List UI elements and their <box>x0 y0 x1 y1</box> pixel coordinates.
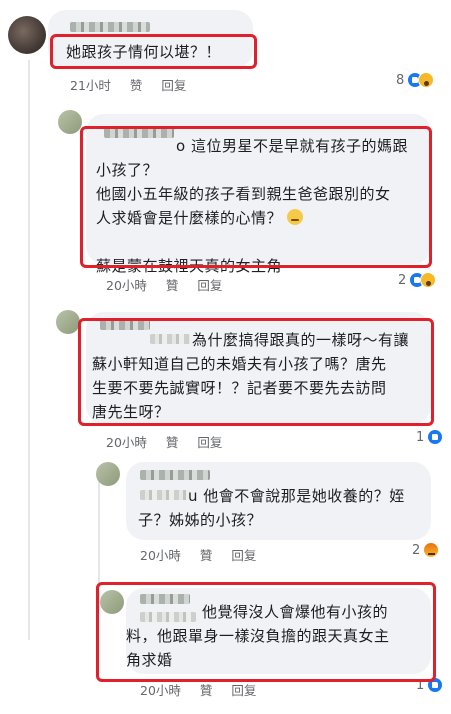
comment-actions: 20小時 贊 回复 <box>140 680 256 699</box>
wow-reaction-icon <box>418 72 435 88</box>
avatar[interactable] <box>8 16 46 54</box>
comment-text: o 這位男星不是早就有孩子的媽跟 小孩了？ 他國小五年級的孩子看到親生爸爸跟別的… <box>96 134 408 278</box>
comment-line: 蘇是蒙在鼓裡天真的女主角 <box>96 257 283 275</box>
angry-reaction-icon <box>423 542 440 558</box>
haha-reaction-icon <box>420 272 437 288</box>
like-button[interactable]: 贊 <box>200 545 213 564</box>
comment-time[interactable]: 20小時 <box>106 275 147 294</box>
comment-time[interactable]: 20小時 <box>140 545 181 564</box>
comment-line: 他國小五年級的孩子看到親生爸爸跟別的女 <box>96 185 391 203</box>
comment-text: 她跟孩子情何以堪？！ <box>66 40 221 64</box>
commenter-name[interactable] <box>70 22 150 32</box>
like-button[interactable]: 贊 <box>200 680 213 699</box>
reaction-summary[interactable]: 1 <box>416 677 444 693</box>
comment-line: 生要不要先誠實呀！？記者要不要先去訪問 <box>92 379 387 397</box>
comment-line: 人求婚會是什麼樣的心情？ <box>96 209 283 227</box>
thread-line <box>98 470 100 610</box>
comment-actions: 20小時 贊 回复 <box>140 545 256 564</box>
sad-face-emoji-icon <box>287 209 304 225</box>
reply-button[interactable]: 回复 <box>231 680 256 699</box>
comment-actions: 21小时 赞 回复 <box>70 75 186 94</box>
avatar[interactable] <box>56 310 80 334</box>
like-reaction-icon <box>427 429 444 445</box>
like-reaction-icon <box>427 677 444 693</box>
reaction-count: 8 <box>396 72 405 88</box>
comment-line: 料，他跟單身一樣沒負擔的跟天真女主 <box>126 627 390 645</box>
avatar[interactable] <box>100 590 124 614</box>
reaction-summary[interactable]: 1 <box>416 429 444 445</box>
reply-button[interactable]: 回复 <box>231 545 256 564</box>
avatar[interactable] <box>96 462 120 486</box>
comment-line: 小孩了？ <box>96 161 159 179</box>
reply-button[interactable]: 回复 <box>197 275 222 294</box>
like-button[interactable]: 贊 <box>166 432 179 451</box>
like-button[interactable]: 赞 <box>130 75 143 94</box>
comment-actions: 20小時 贊 回复 <box>106 275 222 294</box>
comment-text: 他覺得沒人會爆他有小孩的 料，他跟單身一樣沒負擔的跟天真女主 角求婚 <box>126 600 390 672</box>
reaction-summary[interactable]: 2 <box>398 272 437 288</box>
comment-text: 為什麼搞得跟真的一樣呀～有讓 蘇小軒知道自己的未婚夫有小孩了嗎？唐先 生要不要先… <box>92 328 409 424</box>
reaction-count: 2 <box>398 272 407 288</box>
comment-line: 他覺得沒人會爆他有小孩的 <box>202 603 389 621</box>
comment-line: 子？姊姊的小孩？ <box>138 511 263 529</box>
comment-line: 角求婚 <box>126 651 173 669</box>
comment-line: o 這位男星不是早就有孩子的媽跟 <box>176 137 408 155</box>
comment-text: u 他會不會說那是她收養的？姪 子？姊姊的小孩？ <box>138 484 405 532</box>
commenter-name[interactable] <box>140 470 210 480</box>
comment-line: u 他會不會說那是她收養的？姪 <box>188 487 405 505</box>
reaction-count: 1 <box>416 677 425 693</box>
comment-line: 她跟孩子情何以堪？！ <box>66 43 222 61</box>
comment-time[interactable]: 20小時 <box>106 432 147 451</box>
comment-line: 蘇小軒知道自己的未婚夫有小孩了嗎？唐先 <box>92 355 387 373</box>
reaction-count: 2 <box>412 542 421 558</box>
avatar[interactable] <box>58 110 82 134</box>
reaction-summary[interactable]: 2 <box>412 542 440 558</box>
comment-line: 為什麼搞得跟真的一樣呀～有讓 <box>192 331 410 349</box>
reply-button[interactable]: 回复 <box>161 75 186 94</box>
comment-actions: 20小時 贊 回复 <box>106 432 222 451</box>
reaction-summary[interactable]: 8 <box>396 72 435 88</box>
reaction-count: 1 <box>416 429 425 445</box>
like-button[interactable]: 贊 <box>166 275 179 294</box>
comment-line: 唐先生呀？ <box>92 403 170 421</box>
comment-time[interactable]: 21小时 <box>70 75 111 94</box>
reply-button[interactable]: 回复 <box>197 432 222 451</box>
thread-line <box>28 60 30 640</box>
comment-time[interactable]: 20小時 <box>140 680 181 699</box>
